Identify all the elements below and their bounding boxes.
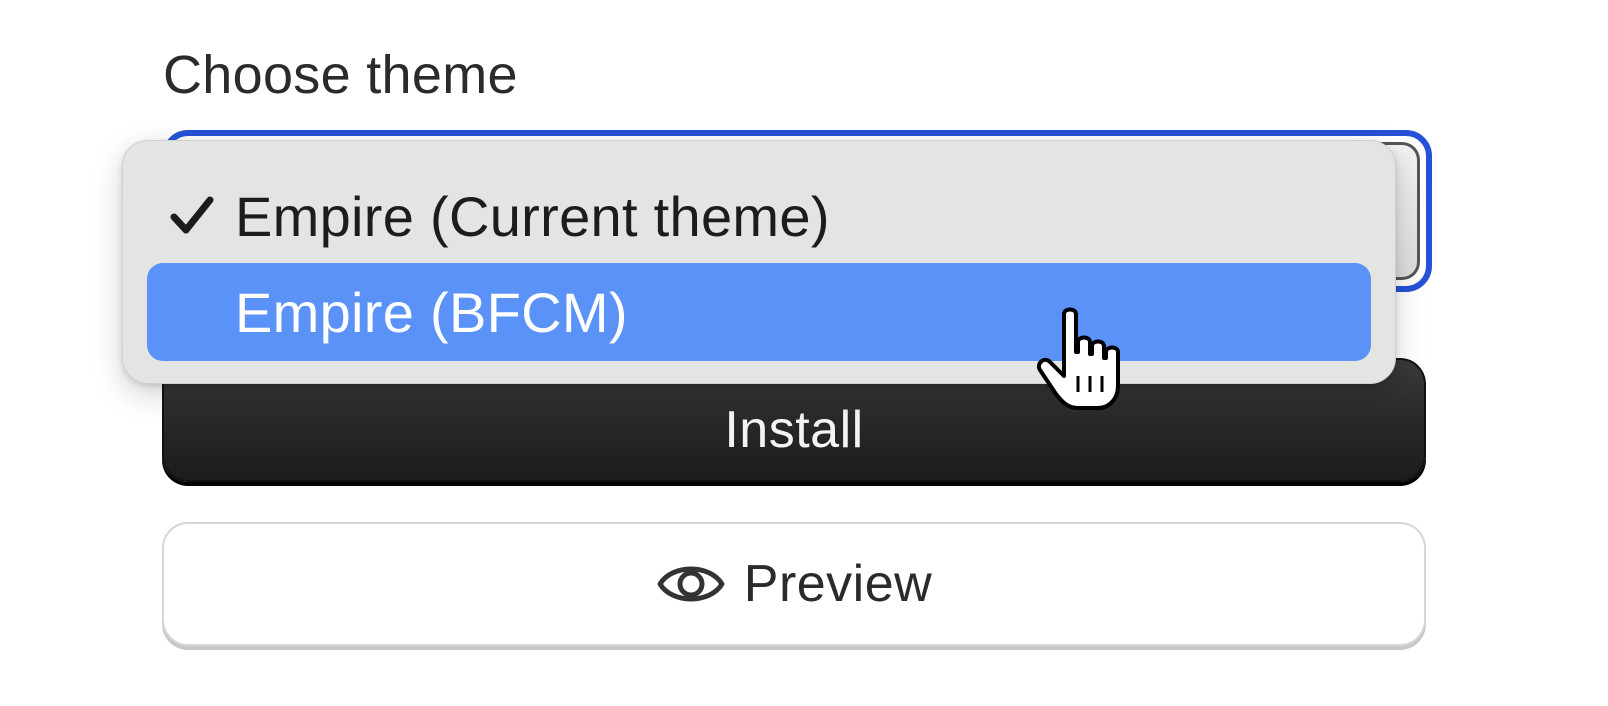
menu-item-bfcm[interactable]: Empire (BFCM): [147, 263, 1371, 361]
theme-dropdown-menu: Empire (Current theme) Empire (BFCM): [122, 140, 1396, 384]
theme-install-panel: Choose theme Install Preview Empire (Cur…: [0, 0, 1608, 706]
choose-theme-label: Choose theme: [163, 45, 518, 105]
install-button-label: Install: [724, 401, 864, 459]
menu-item-current-theme[interactable]: Empire (Current theme): [147, 167, 1371, 265]
menu-item-label: Empire (Current theme): [235, 184, 830, 248]
preview-button-label: Preview: [743, 555, 933, 613]
menu-item-label: Empire (BFCM): [235, 280, 628, 344]
preview-button[interactable]: Preview: [162, 522, 1426, 646]
checkmark-icon: [169, 193, 215, 239]
eye-icon: [656, 556, 726, 612]
hand-pointer-icon: [1036, 306, 1126, 416]
